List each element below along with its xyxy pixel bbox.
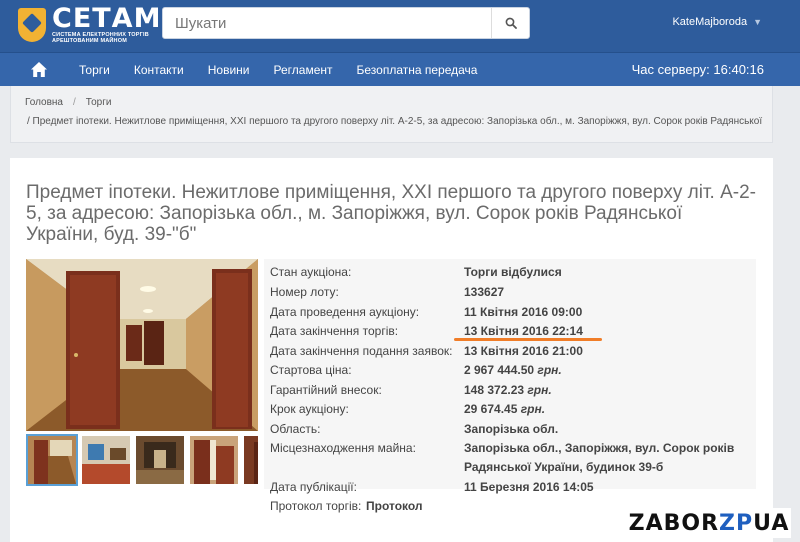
breadcrumb-separator: / bbox=[73, 97, 76, 108]
search-input[interactable] bbox=[163, 8, 491, 38]
thumbnail-4[interactable] bbox=[188, 434, 240, 486]
nav-item-contacts[interactable]: Контакти bbox=[134, 63, 184, 77]
detail-label: Область: bbox=[270, 422, 321, 436]
lot-number: 133627 bbox=[464, 285, 505, 299]
main-nav: Торги Контакти Новини Регламент Безоплат… bbox=[0, 52, 800, 86]
end-time-highlight bbox=[454, 338, 602, 341]
detail-label: Дата публікації: bbox=[270, 480, 357, 494]
nav-item-news[interactable]: Новини bbox=[208, 63, 250, 77]
nav-item-free-transfer[interactable]: Безоплатна передача bbox=[357, 63, 478, 77]
thumbnail-5[interactable] bbox=[242, 434, 258, 486]
property-location-line2: Радянської України, будинок 39-б bbox=[464, 460, 664, 474]
breadcrumb: Головна / Торги / Предмет іпотеки. Нежит… bbox=[10, 86, 773, 143]
search-button[interactable] bbox=[491, 8, 529, 38]
detail-label: Дата закінчення подання заявок: bbox=[270, 344, 453, 358]
server-time: Час серверу: 16:40:16 bbox=[631, 62, 764, 77]
chevron-down-icon: ▼ bbox=[753, 17, 762, 27]
search-bar bbox=[162, 7, 530, 39]
detail-label: Дата проведення аукціону: bbox=[270, 305, 420, 319]
detail-label: Дата закінчення торгів: bbox=[270, 324, 399, 338]
detail-label: Протокол торгів: bbox=[270, 499, 362, 513]
logo-title: СЕТАМ bbox=[52, 2, 162, 34]
breadcrumb-home[interactable]: Головна bbox=[25, 97, 63, 108]
setam-logo[interactable]: СЕТАМ СИСТЕМА ЕЛЕКТРОННИХ ТОРГІВ АРЕШТОВ… bbox=[18, 5, 161, 45]
gavel-shield-icon bbox=[18, 8, 46, 42]
auction-step: 29 674.45 грн. bbox=[464, 402, 546, 416]
lot-title: Предмет іпотеки. Нежитлове приміщення, X… bbox=[26, 182, 756, 245]
logo-subtitle-2: АРЕШТОВАНИМ МАЙНОМ bbox=[52, 38, 127, 44]
top-header: СЕТАМ СИСТЕМА ЕЛЕКТРОННИХ ТОРГІВ АРЕШТОВ… bbox=[0, 0, 800, 52]
detail-label: Місцезнаходження майна: bbox=[270, 441, 416, 455]
nav-item-regulations[interactable]: Регламент bbox=[274, 63, 333, 77]
user-name: KateMajboroda bbox=[672, 16, 748, 28]
detail-label: Номер лоту: bbox=[270, 285, 339, 299]
breadcrumb-auctions[interactable]: Торги bbox=[86, 97, 112, 108]
nav-links: Торги Контакти Новини Регламент Безоплат… bbox=[79, 53, 501, 87]
lot-card: Предмет іпотеки. Нежитлове приміщення, X… bbox=[10, 158, 773, 542]
protocol-link[interactable]: Протокол bbox=[366, 499, 423, 513]
corridor-photo bbox=[26, 259, 258, 431]
application-deadline: 13 Квітня 2016 21:00 bbox=[464, 344, 583, 358]
search-icon bbox=[505, 17, 517, 29]
auction-end-date: 13 Квітня 2016 22:14 bbox=[464, 324, 583, 338]
thumbnail-1[interactable] bbox=[26, 434, 78, 486]
region: Запорізька обл. bbox=[464, 422, 559, 436]
publication-date: 11 Березня 2016 14:05 bbox=[464, 480, 594, 494]
detail-label: Стан аукціона: bbox=[270, 265, 352, 279]
user-menu[interactable]: KateMajboroda ▼ bbox=[672, 16, 762, 28]
lot-details: Стан аукціона: Торги відбулися Номер лот… bbox=[264, 259, 756, 489]
guarantee-deposit: 148 372.23 грн. bbox=[464, 383, 552, 397]
nav-item-auctions[interactable]: Торги bbox=[79, 63, 110, 77]
auction-status: Торги відбулися bbox=[464, 265, 562, 279]
detail-label: Крок аукціону: bbox=[270, 402, 349, 416]
property-location: Запорізька обл., Запоріжжя, вул. Сорок р… bbox=[464, 441, 735, 455]
watermark-logo: ZABOR ZP UA bbox=[627, 508, 791, 538]
lot-main-photo[interactable] bbox=[26, 259, 258, 431]
thumbnail-3[interactable] bbox=[134, 434, 186, 486]
auction-date: 11 Квітня 2016 09:00 bbox=[464, 305, 583, 319]
detail-label: Стартова ціна: bbox=[270, 363, 352, 377]
start-price: 2 967 444.50 грн. bbox=[464, 363, 562, 377]
thumbnail-2[interactable] bbox=[80, 434, 132, 486]
detail-label: Гарантійний внесок: bbox=[270, 383, 382, 397]
breadcrumb-current: / Предмет іпотеки. Нежитлове приміщення,… bbox=[27, 116, 763, 127]
photo-thumbnails bbox=[26, 434, 258, 486]
home-icon[interactable] bbox=[30, 61, 48, 78]
